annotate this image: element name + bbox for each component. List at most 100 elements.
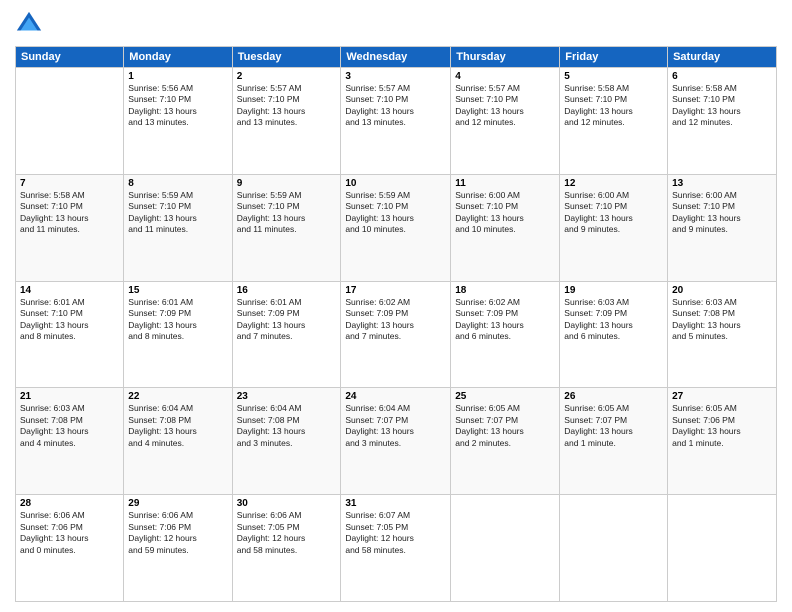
calendar-cell — [451, 495, 560, 602]
calendar-cell: 8Sunrise: 5:59 AM Sunset: 7:10 PM Daylig… — [124, 174, 232, 281]
calendar-cell: 21Sunrise: 6:03 AM Sunset: 7:08 PM Dayli… — [16, 388, 124, 495]
day-number: 21 — [20, 391, 119, 402]
day-number: 19 — [564, 285, 663, 296]
calendar-cell: 17Sunrise: 6:02 AM Sunset: 7:09 PM Dayli… — [341, 281, 451, 388]
logo — [15, 10, 47, 38]
day-info: Sunrise: 6:03 AM Sunset: 7:08 PM Dayligh… — [672, 297, 772, 343]
calendar-header-friday: Friday — [560, 47, 668, 68]
day-info: Sunrise: 5:59 AM Sunset: 7:10 PM Dayligh… — [128, 190, 227, 236]
calendar-cell: 29Sunrise: 6:06 AM Sunset: 7:06 PM Dayli… — [124, 495, 232, 602]
day-number: 28 — [20, 498, 119, 509]
day-info: Sunrise: 6:00 AM Sunset: 7:10 PM Dayligh… — [455, 190, 555, 236]
day-number: 31 — [345, 498, 446, 509]
calendar-week-1: 7Sunrise: 5:58 AM Sunset: 7:10 PM Daylig… — [16, 174, 777, 281]
day-info: Sunrise: 5:57 AM Sunset: 7:10 PM Dayligh… — [455, 83, 555, 129]
day-info: Sunrise: 6:06 AM Sunset: 7:06 PM Dayligh… — [128, 510, 227, 556]
day-number: 12 — [564, 178, 663, 189]
calendar-week-2: 14Sunrise: 6:01 AM Sunset: 7:10 PM Dayli… — [16, 281, 777, 388]
day-info: Sunrise: 6:00 AM Sunset: 7:10 PM Dayligh… — [564, 190, 663, 236]
day-info: Sunrise: 6:05 AM Sunset: 7:07 PM Dayligh… — [564, 403, 663, 449]
day-info: Sunrise: 6:05 AM Sunset: 7:06 PM Dayligh… — [672, 403, 772, 449]
calendar-cell: 27Sunrise: 6:05 AM Sunset: 7:06 PM Dayli… — [668, 388, 777, 495]
day-number: 25 — [455, 391, 555, 402]
calendar-cell: 12Sunrise: 6:00 AM Sunset: 7:10 PM Dayli… — [560, 174, 668, 281]
day-number: 1 — [128, 71, 227, 82]
calendar-cell: 24Sunrise: 6:04 AM Sunset: 7:07 PM Dayli… — [341, 388, 451, 495]
day-info: Sunrise: 5:58 AM Sunset: 7:10 PM Dayligh… — [672, 83, 772, 129]
calendar-cell: 5Sunrise: 5:58 AM Sunset: 7:10 PM Daylig… — [560, 68, 668, 175]
calendar-header-row: SundayMondayTuesdayWednesdayThursdayFrid… — [16, 47, 777, 68]
day-number: 9 — [237, 178, 337, 189]
calendar-cell — [16, 68, 124, 175]
day-number: 26 — [564, 391, 663, 402]
calendar-header-wednesday: Wednesday — [341, 47, 451, 68]
day-number: 30 — [237, 498, 337, 509]
calendar-cell — [560, 495, 668, 602]
calendar-cell: 14Sunrise: 6:01 AM Sunset: 7:10 PM Dayli… — [16, 281, 124, 388]
day-number: 10 — [345, 178, 446, 189]
day-info: Sunrise: 6:02 AM Sunset: 7:09 PM Dayligh… — [455, 297, 555, 343]
day-info: Sunrise: 6:03 AM Sunset: 7:09 PM Dayligh… — [564, 297, 663, 343]
calendar-cell: 10Sunrise: 5:59 AM Sunset: 7:10 PM Dayli… — [341, 174, 451, 281]
day-number: 14 — [20, 285, 119, 296]
day-info: Sunrise: 6:04 AM Sunset: 7:08 PM Dayligh… — [128, 403, 227, 449]
day-number: 13 — [672, 178, 772, 189]
day-number: 17 — [345, 285, 446, 296]
day-info: Sunrise: 5:59 AM Sunset: 7:10 PM Dayligh… — [345, 190, 446, 236]
day-info: Sunrise: 6:05 AM Sunset: 7:07 PM Dayligh… — [455, 403, 555, 449]
day-info: Sunrise: 6:06 AM Sunset: 7:06 PM Dayligh… — [20, 510, 119, 556]
day-number: 3 — [345, 71, 446, 82]
calendar-cell: 6Sunrise: 5:58 AM Sunset: 7:10 PM Daylig… — [668, 68, 777, 175]
day-info: Sunrise: 6:00 AM Sunset: 7:10 PM Dayligh… — [672, 190, 772, 236]
calendar-cell: 22Sunrise: 6:04 AM Sunset: 7:08 PM Dayli… — [124, 388, 232, 495]
day-number: 7 — [20, 178, 119, 189]
day-number: 11 — [455, 178, 555, 189]
day-info: Sunrise: 5:58 AM Sunset: 7:10 PM Dayligh… — [20, 190, 119, 236]
calendar-cell: 2Sunrise: 5:57 AM Sunset: 7:10 PM Daylig… — [232, 68, 341, 175]
day-info: Sunrise: 5:59 AM Sunset: 7:10 PM Dayligh… — [237, 190, 337, 236]
day-info: Sunrise: 6:01 AM Sunset: 7:09 PM Dayligh… — [128, 297, 227, 343]
day-info: Sunrise: 6:04 AM Sunset: 7:07 PM Dayligh… — [345, 403, 446, 449]
page: SundayMondayTuesdayWednesdayThursdayFrid… — [0, 0, 792, 612]
calendar-cell: 20Sunrise: 6:03 AM Sunset: 7:08 PM Dayli… — [668, 281, 777, 388]
calendar-header-tuesday: Tuesday — [232, 47, 341, 68]
day-info: Sunrise: 6:07 AM Sunset: 7:05 PM Dayligh… — [345, 510, 446, 556]
calendar-cell: 28Sunrise: 6:06 AM Sunset: 7:06 PM Dayli… — [16, 495, 124, 602]
day-number: 23 — [237, 391, 337, 402]
calendar-cell: 31Sunrise: 6:07 AM Sunset: 7:05 PM Dayli… — [341, 495, 451, 602]
day-number: 2 — [237, 71, 337, 82]
day-info: Sunrise: 6:01 AM Sunset: 7:09 PM Dayligh… — [237, 297, 337, 343]
day-info: Sunrise: 6:04 AM Sunset: 7:08 PM Dayligh… — [237, 403, 337, 449]
day-info: Sunrise: 5:57 AM Sunset: 7:10 PM Dayligh… — [345, 83, 446, 129]
day-info: Sunrise: 5:56 AM Sunset: 7:10 PM Dayligh… — [128, 83, 227, 129]
calendar-cell: 19Sunrise: 6:03 AM Sunset: 7:09 PM Dayli… — [560, 281, 668, 388]
calendar-cell: 9Sunrise: 5:59 AM Sunset: 7:10 PM Daylig… — [232, 174, 341, 281]
day-number: 18 — [455, 285, 555, 296]
logo-icon — [15, 10, 43, 38]
day-info: Sunrise: 5:58 AM Sunset: 7:10 PM Dayligh… — [564, 83, 663, 129]
calendar-header-sunday: Sunday — [16, 47, 124, 68]
calendar-cell — [668, 495, 777, 602]
calendar-cell: 23Sunrise: 6:04 AM Sunset: 7:08 PM Dayli… — [232, 388, 341, 495]
calendar-header-monday: Monday — [124, 47, 232, 68]
calendar-week-0: 1Sunrise: 5:56 AM Sunset: 7:10 PM Daylig… — [16, 68, 777, 175]
day-info: Sunrise: 5:57 AM Sunset: 7:10 PM Dayligh… — [237, 83, 337, 129]
calendar-header-saturday: Saturday — [668, 47, 777, 68]
day-number: 29 — [128, 498, 227, 509]
calendar-week-4: 28Sunrise: 6:06 AM Sunset: 7:06 PM Dayli… — [16, 495, 777, 602]
calendar-cell: 1Sunrise: 5:56 AM Sunset: 7:10 PM Daylig… — [124, 68, 232, 175]
calendar-cell: 11Sunrise: 6:00 AM Sunset: 7:10 PM Dayli… — [451, 174, 560, 281]
calendar-cell: 15Sunrise: 6:01 AM Sunset: 7:09 PM Dayli… — [124, 281, 232, 388]
day-number: 8 — [128, 178, 227, 189]
calendar-header-thursday: Thursday — [451, 47, 560, 68]
day-number: 4 — [455, 71, 555, 82]
day-number: 22 — [128, 391, 227, 402]
calendar-week-3: 21Sunrise: 6:03 AM Sunset: 7:08 PM Dayli… — [16, 388, 777, 495]
calendar-cell: 3Sunrise: 5:57 AM Sunset: 7:10 PM Daylig… — [341, 68, 451, 175]
day-number: 16 — [237, 285, 337, 296]
day-number: 27 — [672, 391, 772, 402]
calendar-table: SundayMondayTuesdayWednesdayThursdayFrid… — [15, 46, 777, 602]
day-info: Sunrise: 6:03 AM Sunset: 7:08 PM Dayligh… — [20, 403, 119, 449]
day-number: 6 — [672, 71, 772, 82]
day-number: 24 — [345, 391, 446, 402]
